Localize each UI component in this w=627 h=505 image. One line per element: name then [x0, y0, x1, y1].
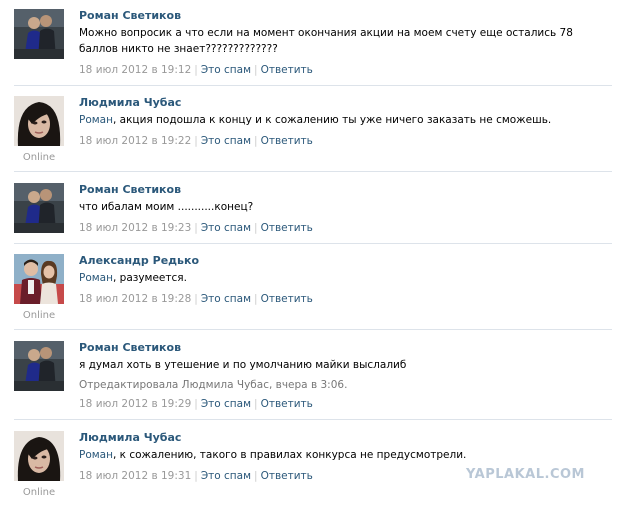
- comment-date[interactable]: 18 июл 2012 в 19:12: [79, 64, 191, 76]
- comment-text-body: , к сожалению, такого в правилах конкурс…: [112, 449, 467, 461]
- comment-text: Роман, к сожалению, такого в правилах ко…: [79, 447, 579, 463]
- reply-link[interactable]: Ответить: [261, 222, 313, 234]
- comment-text: что ибалам моим ...........конец?: [79, 199, 579, 215]
- comment-meta: 18 июл 2012 в 19:23 | Это спам | Ответить: [79, 222, 313, 234]
- comment-author[interactable]: Роман Светиков: [79, 183, 579, 197]
- reply-link[interactable]: Ответить: [261, 135, 313, 147]
- reply-addressee[interactable]: Роман: [79, 272, 113, 284]
- comment-meta: 18 июл 2012 в 19:22 | Это спам | Ответить: [79, 135, 313, 147]
- spam-link[interactable]: Это спам: [201, 293, 251, 305]
- spam-link[interactable]: Это спам: [201, 135, 251, 147]
- comment-text: Можно вопросик а что если на момент окон…: [79, 25, 579, 57]
- reply-addressee[interactable]: Роман: [79, 449, 113, 461]
- comment-text-body: , акция подошла к концу и к сожалению ты…: [112, 114, 552, 126]
- spam-link[interactable]: Это спам: [201, 64, 251, 76]
- comment-author[interactable]: Александр Редько: [79, 254, 579, 268]
- comment-divider: [14, 329, 612, 330]
- reply-link[interactable]: Ответить: [261, 293, 313, 305]
- comment-text: Роман, разумеется.: [79, 270, 579, 286]
- spam-link[interactable]: Это спам: [201, 470, 251, 482]
- comment-meta: 18 июл 2012 в 19:12 | Это спам | Ответить: [79, 64, 313, 76]
- comment-text-body: что ибалам моим ...........конец?: [79, 201, 254, 213]
- comment-text: Роман, акция подошла к концу и к сожален…: [79, 112, 579, 128]
- spam-link[interactable]: Это спам: [201, 398, 251, 410]
- online-status: Online: [22, 310, 56, 321]
- avatar[interactable]: [14, 183, 64, 233]
- comment-author[interactable]: Роман Светиков: [79, 341, 579, 355]
- comment-author[interactable]: Людмила Чубас: [79, 431, 579, 445]
- comment-meta: 18 июл 2012 в 19:29 | Это спам | Ответить: [79, 398, 313, 410]
- comment-date[interactable]: 18 июл 2012 в 19:31: [79, 470, 191, 482]
- comment-author[interactable]: Людмила Чубас: [79, 96, 579, 110]
- comment-divider: [14, 419, 612, 420]
- comment-divider: [14, 171, 612, 172]
- avatar[interactable]: [14, 431, 64, 481]
- comment-text: я думал хоть в утешение и по умолчанию м…: [79, 357, 579, 373]
- online-status: Online: [22, 487, 56, 498]
- reply-addressee[interactable]: Роман: [79, 114, 113, 126]
- comment-divider: [14, 243, 612, 244]
- edited-note: Отредактировала Людмила Чубас, вчера в 3…: [79, 379, 348, 391]
- comment-date[interactable]: 18 июл 2012 в 19:22: [79, 135, 191, 147]
- comment-meta: 18 июл 2012 в 19:28 | Это спам | Ответить: [79, 293, 313, 305]
- comment-date[interactable]: 18 июл 2012 в 19:28: [79, 293, 191, 305]
- comment-author[interactable]: Роман Светиков: [79, 9, 579, 23]
- avatar[interactable]: [14, 96, 64, 146]
- comment-text-body: , разумеется.: [112, 272, 187, 284]
- comment-date[interactable]: 18 июл 2012 в 19:23: [79, 222, 191, 234]
- comment-date[interactable]: 18 июл 2012 в 19:29: [79, 398, 191, 410]
- reply-link[interactable]: Ответить: [261, 398, 313, 410]
- comment-text-body: Можно вопросик а что если на момент окон…: [79, 27, 573, 55]
- avatar[interactable]: [14, 9, 64, 59]
- avatar[interactable]: [14, 341, 64, 391]
- reply-link[interactable]: Ответить: [261, 64, 313, 76]
- avatar[interactable]: [14, 254, 64, 304]
- reply-link[interactable]: Ответить: [261, 470, 313, 482]
- comment-divider: [14, 85, 612, 86]
- watermark: YAPLAKAL.COM: [466, 467, 585, 482]
- spam-link[interactable]: Это спам: [201, 222, 251, 234]
- comment-text-body: я думал хоть в утешение и по умолчанию м…: [79, 359, 407, 371]
- online-status: Online: [22, 152, 56, 163]
